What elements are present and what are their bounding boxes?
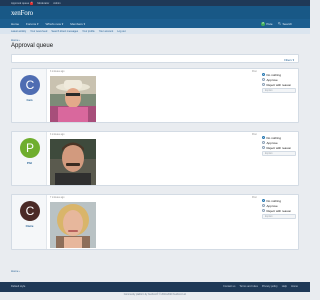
option-label: Reject with reason [266, 82, 292, 87]
queue-item: P Phil 3 minutes ago Post Do nothing App… [11, 131, 299, 186]
admin-bar-approval-queue[interactable]: Approval queue 3 [11, 1, 34, 5]
filters-button[interactable]: Filters ▾ [284, 58, 294, 62]
site-logo[interactable]: xenForo [11, 9, 33, 17]
filter-bar: Filters ▾ [11, 54, 299, 63]
moderation-actions: Do nothing Approve Reject with reason Ex… [262, 135, 298, 156]
radio-checked[interactable] [262, 136, 265, 139]
man-in-cowboy-hat-photo [50, 76, 96, 122]
bottom-breadcrumb[interactable]: Home › [11, 269, 20, 273]
posted-time: 3 minutes ago [50, 134, 65, 136]
subnav-news-feed[interactable]: Your news feed [30, 30, 47, 33]
subnav-your-account[interactable]: Your account [99, 30, 114, 33]
man-with-mustache-photo [50, 139, 96, 185]
moderation-actions: Do nothing Approve Reject with reason Ex… [262, 198, 298, 219]
footer-link-privacy[interactable]: Privacy policy [262, 285, 278, 288]
tab-forums-label: Forums [26, 21, 37, 26]
radio[interactable] [262, 141, 265, 144]
tab-whats-new-label: What's new [45, 21, 61, 26]
radio[interactable] [262, 83, 265, 86]
moderation-actions: Do nothing Approve Reject with reason Ex… [262, 72, 298, 93]
radio[interactable] [262, 209, 265, 212]
option-reject[interactable]: Reject with reason [262, 145, 298, 150]
queue-item: C Claire 7 minutes ago Post Do nothing A… [11, 194, 299, 250]
footer-link-contact[interactable]: Contact us [223, 285, 235, 288]
nav-user-area: P Pete Search [261, 19, 298, 28]
content-type: Post [252, 134, 257, 136]
username[interactable]: Cam [12, 98, 47, 102]
content-type: Post [252, 71, 257, 73]
posted-time: 3 minutes ago [50, 71, 65, 73]
search-label: Search [282, 21, 292, 26]
reject-reason-input[interactable]: Explain [262, 88, 296, 93]
user-name: Pete [266, 21, 273, 26]
avatar[interactable]: P [20, 138, 40, 158]
option-label: Reject with reason [266, 208, 292, 213]
user-column: C Claire [12, 195, 47, 249]
radio[interactable] [262, 146, 265, 149]
attached-photo [50, 139, 96, 185]
option-label: Approve [266, 140, 278, 145]
posted-time: 7 minutes ago [50, 197, 65, 199]
admin-bar-moderator[interactable]: Moderator [37, 2, 49, 5]
tab-members[interactable]: Members ▾ [70, 22, 85, 26]
attached-photo [50, 202, 96, 248]
radio[interactable] [262, 204, 265, 207]
footer-link-help[interactable]: Help [282, 285, 287, 288]
site-header: xenForo [0, 6, 310, 19]
user-column: C Cam [12, 69, 47, 122]
avatar[interactable]: C [20, 75, 40, 95]
user-avatar: P [261, 21, 266, 26]
option-label: Do nothing [266, 198, 282, 203]
option-label: Approve [266, 77, 278, 82]
approval-queue-link[interactable]: Approval queue [11, 2, 29, 5]
username[interactable]: Phil [12, 161, 47, 165]
subnav-search-messages[interactable]: Search direct messages [51, 30, 78, 33]
option-reject[interactable]: Reject with reason [262, 82, 298, 87]
breadcrumb[interactable]: Home › [11, 38, 20, 42]
option-label: Reject with reason [266, 145, 292, 150]
radio-checked[interactable] [262, 199, 265, 202]
search-button[interactable]: Search [278, 22, 292, 26]
approval-count-badge: 3 [30, 1, 34, 5]
search-icon [278, 22, 282, 25]
option-reject[interactable]: Reject with reason [262, 208, 298, 213]
style-chooser[interactable]: Default style [11, 285, 25, 288]
sub-navigation: Latest activity Your news feed Search di… [0, 28, 310, 34]
radio[interactable] [262, 78, 265, 81]
tab-forums[interactable]: Forums ▾ [26, 22, 39, 26]
option-label: Approve [266, 203, 278, 208]
content-type: Post [252, 197, 257, 199]
user-menu[interactable]: P Pete [261, 21, 273, 26]
main-navigation: Home Forums ▾ What's new ▾ Members ▾ P P… [0, 19, 310, 28]
user-column: P Phil [12, 132, 47, 185]
radio-checked[interactable] [262, 73, 265, 76]
subnav-latest-activity[interactable]: Latest activity [11, 30, 26, 33]
option-label: Do nothing [266, 135, 282, 140]
reject-reason-input[interactable]: Explain [262, 151, 296, 156]
tab-members-label: Members [70, 21, 83, 26]
attached-photo [50, 76, 96, 122]
blonde-woman-photo [50, 202, 96, 248]
reject-reason-input[interactable]: Explain [262, 214, 296, 219]
option-label: Do nothing [266, 72, 282, 77]
subnav-your-profile[interactable]: Your profile [82, 30, 95, 33]
username[interactable]: Claire [12, 224, 47, 228]
copyright-notice: Community platform by XenForo® © 2010-20… [123, 294, 187, 296]
queue-item: C Cam 3 minutes ago Post Do nothing Appr… [11, 68, 299, 123]
subnav-log-out[interactable]: Log out [117, 30, 125, 33]
admin-bar-admin[interactable]: Admin [53, 2, 60, 5]
logo-text: xenForo [11, 8, 33, 17]
page-title: Approval queue [11, 43, 54, 49]
footer-link-home[interactable]: Home [291, 285, 298, 288]
footer-links: Contact us Terms and rules Privacy polic… [219, 285, 298, 288]
site-footer: Default style Contact us Terms and rules… [0, 282, 310, 292]
avatar[interactable]: C [20, 201, 40, 221]
footer-link-terms[interactable]: Terms and rules [239, 285, 257, 288]
tab-home[interactable]: Home [11, 22, 19, 26]
tab-whats-new[interactable]: What's new ▾ [46, 22, 64, 26]
